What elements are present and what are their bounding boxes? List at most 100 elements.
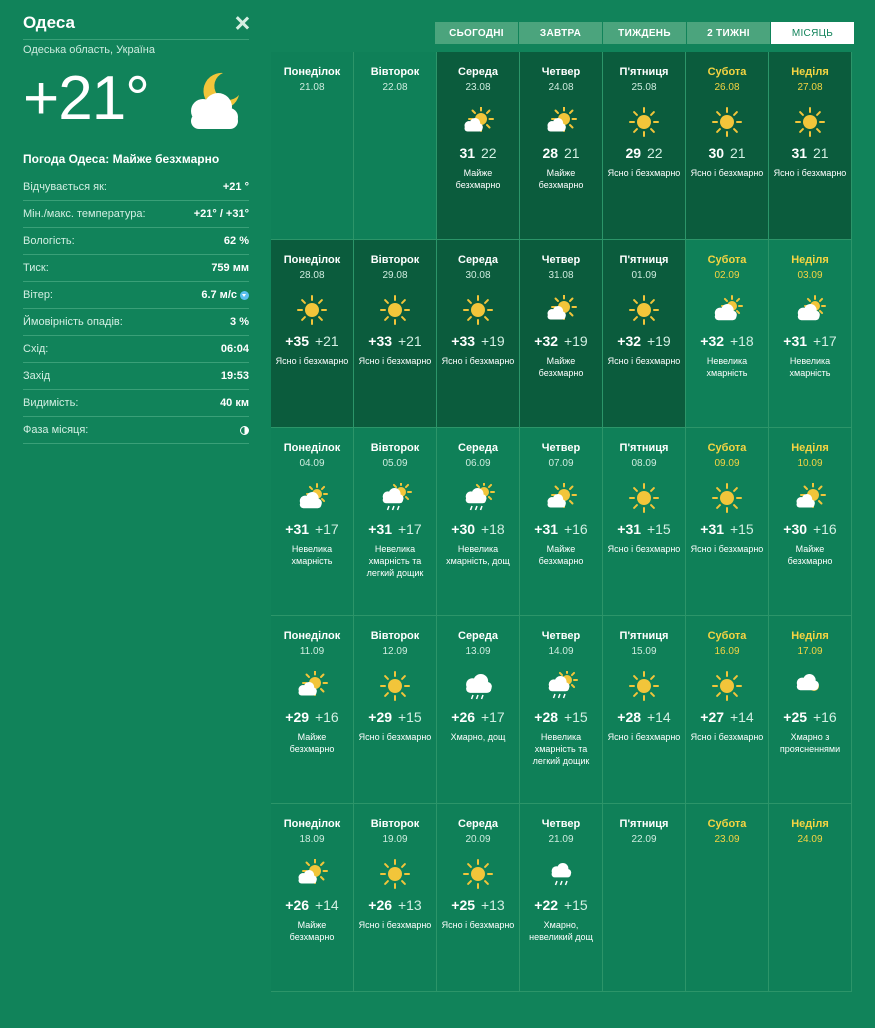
day-cell[interactable]: П'ятниця 25.08 29 22 Ясно і безхмарно (603, 52, 686, 240)
day-cell[interactable]: Середа 20.09 +25 +13 Ясно і безхмарно (437, 804, 520, 992)
day-name: Субота (707, 254, 747, 266)
day-cell[interactable]: Субота 09.09 +31 +15 Ясно і безхмарно (686, 428, 769, 616)
day-name: П'ятниця (619, 630, 669, 642)
day-name: Середа (458, 254, 498, 266)
min-temperature: +19 (480, 333, 505, 349)
close-icon[interactable] (235, 16, 249, 30)
min-temperature: +16 (812, 709, 837, 725)
day-cell: П'ятниця 22.09 (603, 804, 686, 992)
day-cell[interactable]: Субота 16.09 +27 +14 Ясно і безхмарно (686, 616, 769, 804)
day-cell[interactable]: Вівторок 29.08 +33 +21 Ясно і безхмарно (354, 240, 437, 428)
day-description: Ясно і безхмарно (607, 544, 681, 554)
detail-value: 6.7 м/с (201, 289, 249, 301)
tab-month[interactable]: МІСЯЦЬ (771, 22, 854, 44)
day-name: Субота (707, 442, 747, 454)
sun-icon (460, 859, 496, 889)
day-date: 13.09 (465, 646, 491, 657)
max-temperature: 30 (708, 145, 725, 161)
day-cell[interactable]: П'ятниця 15.09 +28 +14 Ясно і безхмарно (603, 616, 686, 804)
day-description: Ясно і безхмарно (358, 356, 432, 366)
location-panel: Одеса Одеська область, Україна +21° Пого… (23, 12, 249, 444)
current-summary: Погода Одеса: Майже безхмарно (23, 152, 220, 166)
day-cell[interactable]: Четвер 31.08 +32 +19 Майже безхмарно (520, 240, 603, 428)
day-description: Ясно і безхмарно (275, 356, 349, 366)
day-cell[interactable]: Четвер 24.08 28 21 Майже безхмарно (520, 52, 603, 240)
day-name: Неділя (791, 818, 829, 830)
cloud-rain-icon (460, 671, 496, 701)
day-cell[interactable]: Неділя 03.09 +31 +17 Невелика хмарність (769, 240, 852, 428)
day-description: Майже безхмарно (538, 544, 584, 566)
day-cell[interactable]: Середа 23.08 31 22 Майже безхмарно (437, 52, 520, 240)
tab-week[interactable]: ТИЖДЕНЬ (603, 22, 686, 44)
max-temperature: +25 (451, 897, 476, 913)
max-temperature: 28 (542, 145, 559, 161)
day-temperatures: +35 +21 (271, 333, 353, 349)
day-name: Понеділок (283, 630, 341, 642)
day-date: 28.08 (299, 270, 325, 281)
day-cell[interactable]: Неділя 10.09 +30 +16 Майже безхмарно (769, 428, 852, 616)
day-temperatures: +25 +13 (437, 897, 519, 913)
detail-value: 06:04 (221, 343, 249, 355)
day-cell[interactable]: Середа 30.08 +33 +19 Ясно і безхмарно (437, 240, 520, 428)
day-cell[interactable]: Вівторок 19.09 +26 +13 Ясно і безхмарно (354, 804, 437, 992)
tab-two-weeks[interactable]: 2 ТИЖНІ (687, 22, 770, 44)
detail-value (237, 425, 249, 435)
day-cell[interactable]: Субота 02.09 +32 +18 Невелика хмарність (686, 240, 769, 428)
min-temperature: +17 (480, 709, 505, 725)
day-cell[interactable]: Понеділок 18.09 +26 +14 Майже безхмарно (271, 804, 354, 992)
day-cell[interactable]: Понеділок 04.09 +31 +17 Невелика хмарність (271, 428, 354, 616)
day-name: Субота (707, 630, 747, 642)
sun-icon (377, 671, 413, 701)
day-cell[interactable]: Вівторок 12.09 +29 +15 Ясно і безхмарно (354, 616, 437, 804)
day-temperatures: +26 +14 (271, 897, 353, 913)
day-cell[interactable]: Четвер 07.09 +31 +16 Майже безхмарно (520, 428, 603, 616)
day-cell[interactable]: Середа 13.09 +26 +17 Хмарно, дощ (437, 616, 520, 804)
day-cell[interactable]: Неділя 27.08 31 21 Ясно і безхмарно (769, 52, 852, 240)
detail-value-text: +21 ° (222, 181, 249, 193)
day-name: Четвер (541, 442, 581, 454)
min-temperature: +21 (397, 333, 422, 349)
sun-icon (626, 483, 662, 513)
detail-row: Фаза місяця: (23, 417, 249, 444)
day-temperatures: 28 21 (520, 145, 602, 161)
day-date: 29.08 (382, 270, 408, 281)
day-description: Ясно і безхмарно (358, 732, 432, 742)
max-temperature: 31 (459, 145, 476, 161)
day-date: 23.09 (714, 834, 740, 845)
day-cell[interactable]: Середа 06.09 +30 +18 Невелика хмарність, до… (437, 428, 520, 616)
day-cell[interactable]: Четвер 14.09 +28 +15 Невелика хмарність та … (520, 616, 603, 804)
day-cell[interactable]: П'ятниця 08.09 +31 +15 Ясно і безхмарно (603, 428, 686, 616)
detail-row: Відчувається як: +21 ° (23, 174, 249, 201)
max-temperature: +32 (534, 333, 559, 349)
day-cell[interactable]: Четвер 21.09 +22 +15 Хмарно, невеликий дощ (520, 804, 603, 992)
day-name: Середа (458, 818, 498, 830)
day-date: 18.09 (299, 834, 325, 845)
day-temperatures: 31 21 (769, 145, 851, 161)
day-cell[interactable]: Понеділок 28.08 +35 +21 Ясно і безхмарно (271, 240, 354, 428)
partly-cloudy-icon (294, 858, 330, 889)
max-temperature: +31 (783, 333, 808, 349)
day-description: Ясно і безхмарно (773, 168, 847, 178)
tab-tomorrow[interactable]: ЗАВТРА (519, 22, 602, 44)
day-temperatures: +31 +17 (354, 521, 436, 537)
day-cell[interactable]: Субота 26.08 30 21 Ясно і безхмарно (686, 52, 769, 240)
sun-icon (626, 295, 662, 325)
day-temperatures: +31 +15 (686, 521, 768, 537)
day-date: 01.09 (631, 270, 657, 281)
day-temperatures: +30 +16 (769, 521, 851, 537)
day-cell[interactable]: П'ятниця 01.09 +32 +19 Ясно і безхмарно (603, 240, 686, 428)
max-temperature: +31 (368, 521, 393, 537)
cloudy-sun-rain-icon (460, 481, 496, 513)
sun-icon (626, 671, 662, 701)
sun-icon (792, 107, 828, 137)
day-cell[interactable]: Понеділок 11.09 +29 +16 Майже безхмарно (271, 616, 354, 804)
partly-cloudy-icon (543, 106, 579, 137)
day-cell[interactable]: Неділя 17.09 +25 +16 Хмарно з проясненнями (769, 616, 852, 804)
day-temperatures: 31 22 (437, 145, 519, 161)
day-name: Четвер (541, 66, 581, 78)
day-name: Середа (458, 630, 498, 642)
day-cell[interactable]: Вівторок 05.09 +31 +17 Невелика хмарність т… (354, 428, 437, 616)
detail-label: Тиск: (23, 262, 49, 274)
day-temperatures: +22 +15 (520, 897, 602, 913)
tab-today[interactable]: СЬОГОДНІ (435, 22, 518, 44)
